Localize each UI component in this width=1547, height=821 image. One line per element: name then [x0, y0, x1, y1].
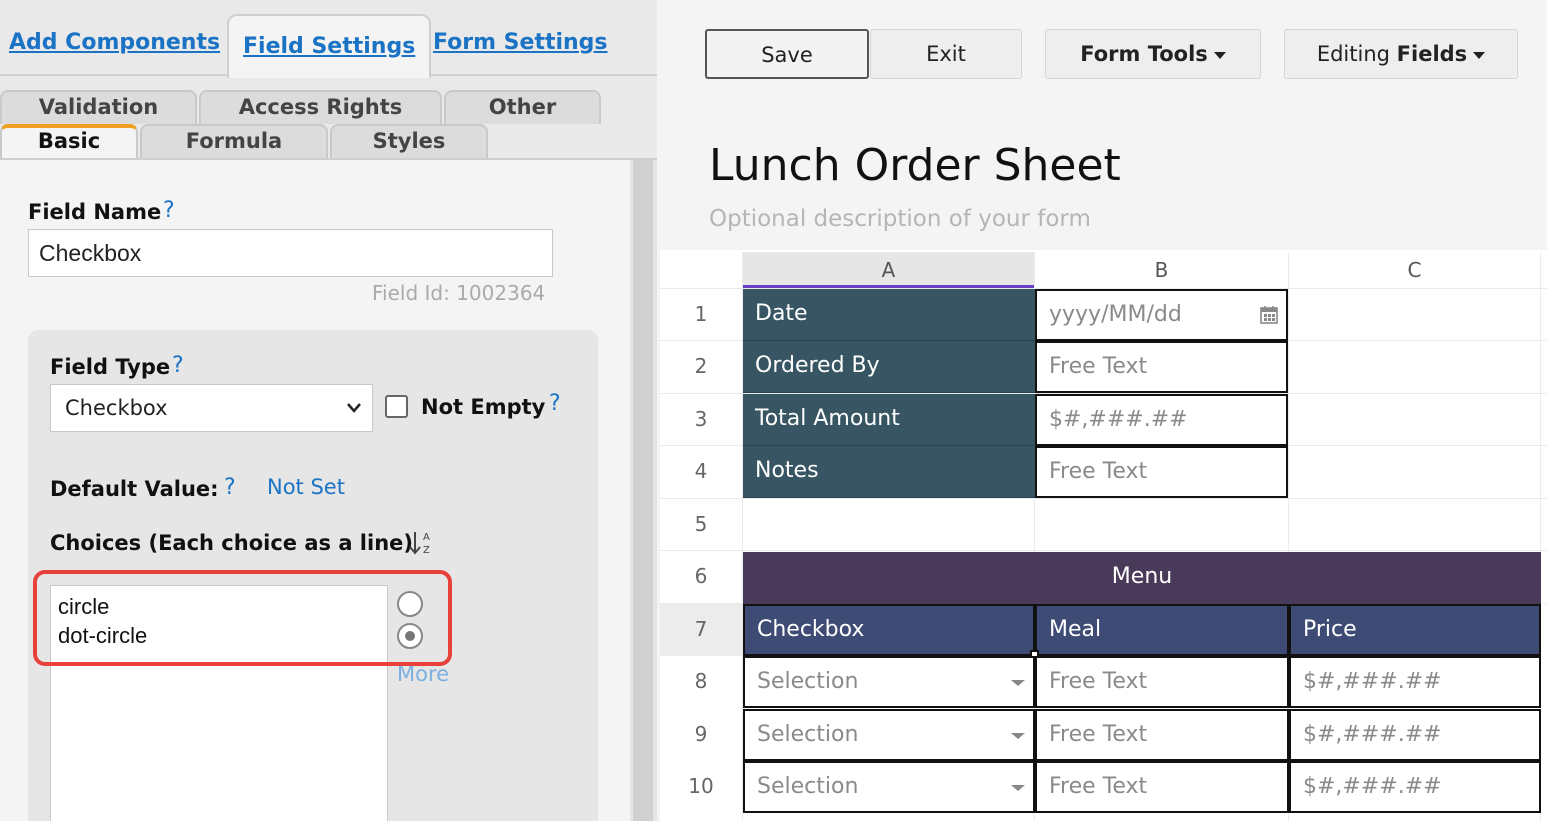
subtab-styles[interactable]: Styles [330, 124, 488, 158]
cell-label-total-amount[interactable]: Total Amount [743, 394, 1035, 446]
field-type-select[interactable]: Checkbox [50, 384, 373, 432]
scrollbar[interactable] [630, 160, 657, 821]
default-value-label: Default Value: [50, 477, 219, 501]
row-number[interactable]: 5 [660, 512, 742, 536]
form-tools-label: Form Tools [1080, 42, 1208, 66]
selection-dropdown[interactable]: Selection [743, 709, 1035, 761]
field-type-help-icon[interactable]: ? [172, 353, 184, 378]
tab-form-settings[interactable]: Form Settings [433, 30, 608, 55]
menu-title-cell[interactable]: Menu [743, 552, 1541, 604]
field-name-input[interactable] [28, 229, 553, 277]
form-description[interactable]: Optional description of your form [709, 206, 1091, 232]
header-meal[interactable]: Meal [1035, 604, 1289, 656]
save-button[interactable]: Save [705, 29, 869, 79]
editing-mode-label: Fields [1396, 42, 1468, 66]
sort-icon[interactable]: A Z [408, 528, 436, 558]
field-settings-panel: Add Components Field Settings Form Setti… [0, 0, 657, 821]
meal-field[interactable]: Free Text [1035, 656, 1289, 708]
subtab-other[interactable]: Other [444, 90, 601, 124]
not-empty-checkbox[interactable] [385, 395, 408, 418]
dot-circle-icon [397, 623, 423, 649]
ordered-by-field[interactable]: Free Text [1035, 341, 1288, 393]
choice-line: dot-circle [58, 623, 148, 648]
price-field[interactable]: $#,###.## [1289, 709, 1541, 761]
scrollbar-thumb[interactable] [633, 160, 653, 821]
subtab-access-rights[interactable]: Access Rights [199, 90, 442, 124]
calendar-icon[interactable] [1260, 305, 1278, 324]
row-number[interactable]: 1 [660, 302, 742, 326]
top-tab-bar: Add Components Field Settings Form Setti… [0, 0, 657, 78]
dropdown-arrow-icon[interactable] [1011, 680, 1025, 686]
header-checkbox[interactable]: Checkbox [743, 604, 1035, 656]
choices-label: Choices (Each choice as a line) [50, 531, 413, 555]
column-header-a[interactable]: A [743, 252, 1034, 288]
circle-icon [397, 591, 423, 617]
price-field[interactable]: $#,###.## [1289, 656, 1541, 708]
selection-dropdown[interactable]: Selection [743, 761, 1035, 813]
field-type-value: Checkbox [65, 396, 168, 420]
tab-add-components[interactable]: Add Components [9, 30, 220, 55]
row-number[interactable]: 6 [660, 564, 742, 588]
choices-textarea[interactable]: circle dot-circle [50, 585, 388, 821]
form-tools-button[interactable]: Form Tools [1045, 29, 1261, 79]
exit-button[interactable]: Exit [870, 29, 1022, 79]
date-field[interactable]: yyyy/MM/dd [1035, 289, 1288, 341]
total-amount-field[interactable]: $#,###.## [1035, 394, 1288, 446]
subtab-formula[interactable]: Formula [140, 124, 328, 158]
more-icons-link[interactable]: More [397, 662, 449, 686]
cell-label-ordered-by[interactable]: Ordered By [743, 341, 1035, 393]
meal-field[interactable]: Free Text [1035, 709, 1289, 761]
svg-text:Z: Z [423, 545, 430, 556]
choice-line: circle [58, 594, 110, 619]
header-price[interactable]: Price [1289, 604, 1541, 656]
grid-line [660, 550, 1547, 551]
notes-field[interactable]: Free Text [1035, 446, 1288, 498]
row-number[interactable]: 10 [660, 774, 742, 798]
field-id: Field Id: 1002364 [372, 281, 546, 305]
row-number[interactable]: 2 [660, 354, 742, 378]
field-name-help-icon[interactable]: ? [163, 198, 175, 223]
default-value-help-icon[interactable]: ? [224, 475, 236, 500]
editing-prefix: Editing [1316, 42, 1390, 66]
row-number[interactable]: 8 [660, 669, 742, 693]
chevron-down-icon [346, 385, 362, 449]
row-number[interactable]: 7 [660, 617, 742, 641]
row-number[interactable]: 4 [660, 459, 742, 483]
not-empty-label: Not Empty [421, 395, 546, 419]
column-header-c[interactable]: C [1289, 252, 1540, 288]
grid-line [660, 498, 1547, 499]
tab-field-settings[interactable]: Field Settings [227, 14, 432, 78]
meal-field[interactable]: Free Text [1035, 761, 1289, 813]
editing-mode-button[interactable]: Editing Fields [1284, 29, 1518, 79]
dropdown-arrow-icon[interactable] [1011, 733, 1025, 739]
not-empty-help-icon[interactable]: ? [549, 391, 561, 416]
dropdown-arrow-icon[interactable] [1011, 785, 1025, 791]
subtab-basic[interactable]: Basic [0, 124, 138, 158]
price-field[interactable]: $#,###.## [1289, 761, 1541, 813]
row-number[interactable]: 3 [660, 407, 742, 431]
cell-label-date[interactable]: Date [743, 289, 1035, 341]
row-number[interactable]: 9 [660, 722, 742, 746]
caret-down-icon [1473, 51, 1486, 59]
subtab-validation[interactable]: Validation [0, 90, 197, 124]
default-value-link[interactable]: Not Set [267, 475, 345, 499]
selection-dropdown[interactable]: Selection [743, 656, 1035, 708]
svg-text:A: A [423, 532, 430, 543]
form-title[interactable]: Lunch Order Sheet [709, 140, 1121, 191]
column-header-b[interactable]: B [1035, 252, 1288, 288]
field-name-label: Field Name [28, 200, 162, 224]
field-type-label: Field Type [50, 355, 171, 379]
cell-label-notes[interactable]: Notes [743, 446, 1035, 498]
caret-down-icon [1213, 51, 1226, 59]
